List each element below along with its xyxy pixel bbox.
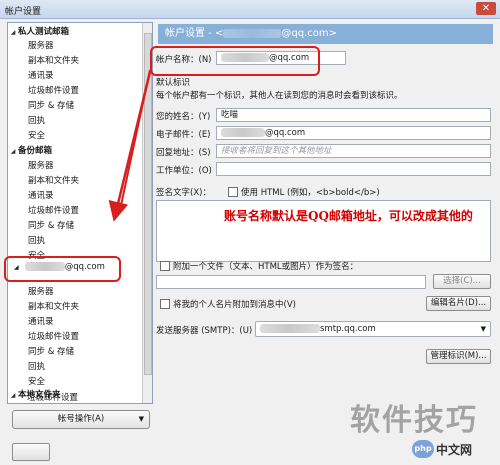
identity-description: 每个帐户都有一个标识，其他人在读到您的消息时会看到该标识。 <box>156 91 403 101</box>
scrollbar-thumb[interactable] <box>144 33 152 375</box>
collapse-triangle-icon[interactable]: ◢ <box>8 26 18 39</box>
tree-item[interactable]: 回执 <box>28 115 45 128</box>
annotation-text: 账号名称默认是QQ邮箱地址，可以改成其他的 <box>224 209 473 223</box>
attach-vcard-checkbox[interactable] <box>160 299 170 309</box>
email-label: 电子邮件：(E) <box>156 130 211 140</box>
use-html-checkbox[interactable] <box>228 187 238 197</box>
tree-group-backup[interactable]: ◢ 备份邮箱 <box>8 145 52 158</box>
reply-placeholder: 接收者将回复到这个其他地址 <box>221 146 332 156</box>
watermark: 软件技巧 <box>350 403 478 438</box>
smtp-label: 发送服务器 (SMTP)：(U) <box>156 326 253 336</box>
bottom-button[interactable] <box>12 443 50 461</box>
header-suffix: @qq.com> <box>281 28 337 39</box>
dropdown-arrow-icon: ▼ <box>480 325 486 333</box>
email-input[interactable]: @qq.com <box>216 126 491 140</box>
tree-group-label: 私人测试邮箱 <box>18 27 70 37</box>
tree-item[interactable]: 通讯录 <box>28 190 54 203</box>
account-tree: ◢ 私人测试邮箱 服务器 副本和文件夹 通讯录 垃圾邮件设置 同步 & 存储 回执… <box>7 22 153 404</box>
tree-item[interactable]: 服务器 <box>28 160 54 173</box>
panel-header: 帐户设置 - < @qq.com> <box>158 24 493 44</box>
tree-item[interactable]: 垃圾邮件设置 <box>28 85 79 98</box>
tree-item[interactable]: 安全 <box>28 130 45 143</box>
email-suffix: @qq.com <box>265 128 306 138</box>
edit-vcard-button[interactable]: 编辑名片(D)... <box>426 296 491 311</box>
tree-item[interactable]: 服务器 <box>28 286 54 299</box>
name-input[interactable]: 吃喵 <box>216 108 491 122</box>
tree-item[interactable]: 垃圾邮件设置 <box>27 391 78 403</box>
dropdown-arrow-icon: ▼ <box>138 415 144 423</box>
highlight-box <box>150 46 320 76</box>
watermark-logo: php <box>412 440 434 458</box>
smtp-value: smtp.qq.com <box>320 324 376 334</box>
attach-file-input[interactable] <box>156 275 426 289</box>
use-html-label: 使用 HTML (例如，<b>bold</b>) <box>241 188 380 198</box>
tree-item[interactable]: 服务器 <box>28 40 54 53</box>
highlight-box <box>4 256 121 282</box>
org-input[interactable] <box>216 162 491 176</box>
redacted-email <box>221 128 265 137</box>
name-label: 您的姓名：(Y) <box>156 112 211 122</box>
tree-item[interactable]: 同步 & 存储 <box>28 346 74 359</box>
attach-file-label: 附加一个文件（文本、HTML或图片）作为签名： <box>173 262 359 272</box>
collapse-triangle-icon[interactable]: ◢ <box>8 145 18 158</box>
manage-identities-button[interactable]: 管理标识(M)... <box>426 349 491 364</box>
tree-group-label: 备份邮箱 <box>18 146 53 156</box>
account-actions-label: 帐号操作(A) <box>57 414 105 424</box>
identity-title: 默认标识 <box>156 78 191 88</box>
tree-item[interactable]: 副本和文件夹 <box>28 55 79 68</box>
redacted-email <box>223 28 282 38</box>
window-title: 帐户设置 <box>5 7 42 17</box>
tree-item[interactable]: 同步 & 存储 <box>28 220 74 233</box>
window-titlebar: 帐户设置 ✕ <box>0 0 500 19</box>
tree-item[interactable]: 通讯录 <box>28 316 54 329</box>
smtp-select[interactable]: smtp.qq.com ▼ <box>255 321 491 337</box>
org-label: 工作单位：(O) <box>156 166 212 176</box>
choose-file-button[interactable]: 选择(C)... <box>433 274 491 289</box>
tree-item[interactable]: 垃圾邮件设置 <box>28 205 79 218</box>
signature-label: 签名文字(X)： <box>156 188 211 198</box>
collapse-triangle-icon[interactable]: ◢ <box>8 389 18 402</box>
tree-item[interactable]: 安全 <box>28 376 45 389</box>
tree-item[interactable]: 副本和文件夹 <box>28 301 79 314</box>
tree-item[interactable]: 同步 & 存储 <box>28 100 74 113</box>
redacted-server <box>260 324 320 333</box>
header-prefix: 帐户设置 - < <box>165 28 224 39</box>
watermark-site: 中文网 <box>436 443 473 457</box>
tree-item[interactable]: 副本和文件夹 <box>28 175 79 188</box>
reply-label: 回复地址：(S) <box>156 148 211 158</box>
tree-scrollbar[interactable] <box>142 23 152 403</box>
tree-group-private[interactable]: ◢ 私人测试邮箱 <box>8 26 69 39</box>
tree-item[interactable]: 垃圾邮件设置 <box>28 331 79 344</box>
tree-item[interactable]: 回执 <box>28 235 45 248</box>
tree-item[interactable]: 回执 <box>28 361 45 374</box>
reply-input[interactable]: 接收者将回复到这个其他地址 <box>216 144 491 158</box>
attach-file-checkbox[interactable] <box>160 261 170 271</box>
attach-vcard-label: 将我的个人名片附加到消息中(V) <box>173 300 296 310</box>
account-actions-button[interactable]: 帐号操作(A) ▼ <box>12 410 150 429</box>
close-window-icon[interactable]: ✕ <box>476 2 496 15</box>
tree-item[interactable]: 通讯录 <box>28 70 54 83</box>
